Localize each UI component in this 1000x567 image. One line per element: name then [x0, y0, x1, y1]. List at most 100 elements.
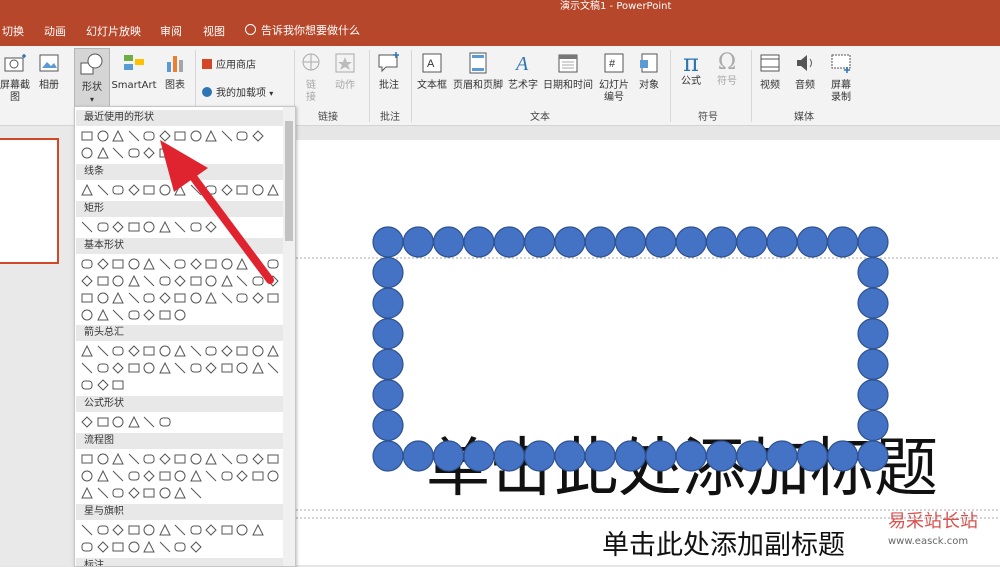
shape-option[interactable]: [252, 470, 264, 482]
shape-option[interactable]: [143, 258, 155, 270]
shape-option[interactable]: [190, 524, 202, 536]
shape-option[interactable]: [158, 221, 171, 233]
shape-option[interactable]: [112, 147, 124, 159]
shape-option[interactable]: [128, 130, 140, 142]
shape-option[interactable]: [221, 130, 233, 142]
shape-option[interactable]: [190, 453, 202, 465]
shape-option[interactable]: [128, 309, 140, 321]
shape-option[interactable]: [81, 258, 93, 270]
shape-option[interactable]: [112, 487, 124, 499]
shape-option[interactable]: [128, 362, 140, 374]
shape-option[interactable]: [81, 541, 93, 553]
shape-option[interactable]: [190, 362, 202, 374]
shape-option[interactable]: [159, 416, 171, 428]
shape-option[interactable]: [251, 292, 264, 304]
chart-button[interactable]: 图表: [162, 52, 188, 92]
shape-option[interactable]: [189, 541, 202, 553]
tab-animations[interactable]: 动画: [44, 23, 66, 39]
screen-record-button[interactable]: 屏幕录制: [826, 52, 856, 104]
shape-option[interactable]: [96, 309, 109, 321]
shape-option[interactable]: [267, 184, 279, 196]
shape-option[interactable]: [174, 470, 186, 482]
shape-option[interactable]: [236, 258, 248, 270]
shape-option[interactable]: [112, 362, 124, 374]
shape-option[interactable]: [96, 258, 109, 270]
shape-option[interactable]: [190, 487, 202, 499]
shape-option[interactable]: [143, 470, 155, 482]
shape-option[interactable]: [236, 362, 248, 374]
shape-option[interactable]: [159, 147, 171, 159]
shape-option[interactable]: [189, 258, 202, 270]
shape-option[interactable]: [158, 292, 171, 304]
shape-option[interactable]: [236, 275, 248, 287]
shape-option[interactable]: [190, 275, 202, 287]
shape-option[interactable]: [128, 292, 140, 304]
shape-option[interactable]: [159, 541, 171, 553]
audio-button[interactable]: 音频: [791, 52, 819, 92]
shape-option[interactable]: [236, 292, 248, 304]
shape-option[interactable]: [112, 130, 124, 142]
shape-option[interactable]: [205, 362, 217, 374]
shape-option[interactable]: [190, 292, 202, 304]
screenshot-button[interactable]: 屏幕截图: [0, 52, 30, 104]
shape-option[interactable]: [221, 362, 233, 374]
shape-option[interactable]: [174, 487, 186, 499]
shape-option[interactable]: [236, 453, 248, 465]
shape-option[interactable]: [205, 524, 217, 536]
shape-option[interactable]: [81, 309, 93, 321]
video-button[interactable]: 视频: [756, 52, 784, 92]
shape-option[interactable]: [205, 258, 217, 270]
shape-option[interactable]: [128, 524, 140, 536]
shape-option[interactable]: [143, 130, 155, 142]
shape-option[interactable]: [112, 416, 124, 428]
shape-option[interactable]: [143, 345, 155, 357]
shape-option[interactable]: [81, 292, 93, 304]
shape-option[interactable]: [205, 275, 217, 287]
shape-option[interactable]: [128, 470, 140, 482]
shape-option[interactable]: [159, 470, 171, 482]
shape-option[interactable]: [190, 345, 202, 357]
shape-option[interactable]: [221, 292, 233, 304]
shape-option[interactable]: [143, 453, 155, 465]
shape-option[interactable]: [205, 345, 217, 357]
shape-option[interactable]: [81, 275, 93, 287]
shape-option[interactable]: [174, 258, 186, 270]
shape-option[interactable]: [128, 147, 140, 159]
shape-option[interactable]: [128, 221, 140, 233]
smartart-button[interactable]: SmartArt: [111, 52, 157, 92]
symbol-button[interactable]: Ω 符号: [712, 50, 742, 88]
shape-option[interactable]: [81, 221, 93, 233]
shape-option[interactable]: [96, 147, 109, 159]
shape-option[interactable]: [112, 275, 124, 287]
shape-option[interactable]: [112, 345, 124, 357]
shape-option[interactable]: [252, 184, 264, 196]
shape-option[interactable]: [97, 275, 109, 287]
shape-option[interactable]: [143, 221, 155, 233]
shape-option[interactable]: [97, 453, 109, 465]
shape-option[interactable]: [159, 275, 171, 287]
shape-option[interactable]: [267, 453, 279, 465]
shape-option[interactable]: [205, 184, 217, 196]
shape-option[interactable]: [221, 258, 233, 270]
link-button[interactable]: 链接: [300, 52, 322, 104]
shape-option[interactable]: [174, 130, 186, 142]
datetime-button[interactable]: 日期和时间: [541, 52, 595, 92]
shape-option[interactable]: [112, 258, 124, 270]
header-footer-button[interactable]: 页眉和页脚: [450, 52, 506, 92]
shape-option[interactable]: [267, 362, 279, 374]
shape-option[interactable]: [112, 184, 124, 196]
shape-option[interactable]: [96, 541, 109, 553]
shape-option[interactable]: [81, 416, 93, 428]
shape-option[interactable]: [97, 487, 109, 499]
shape-option[interactable]: [221, 453, 233, 465]
action-button[interactable]: 动作: [332, 52, 358, 92]
shape-option[interactable]: [97, 130, 109, 142]
shape-option[interactable]: [174, 184, 186, 196]
shape-option[interactable]: [190, 221, 202, 233]
shape-option[interactable]: [143, 524, 155, 536]
shape-option[interactable]: [81, 184, 93, 196]
shape-option[interactable]: [221, 470, 233, 482]
shape-option[interactable]: [159, 487, 171, 499]
shape-option[interactable]: [143, 362, 155, 374]
shape-option[interactable]: [174, 541, 186, 553]
